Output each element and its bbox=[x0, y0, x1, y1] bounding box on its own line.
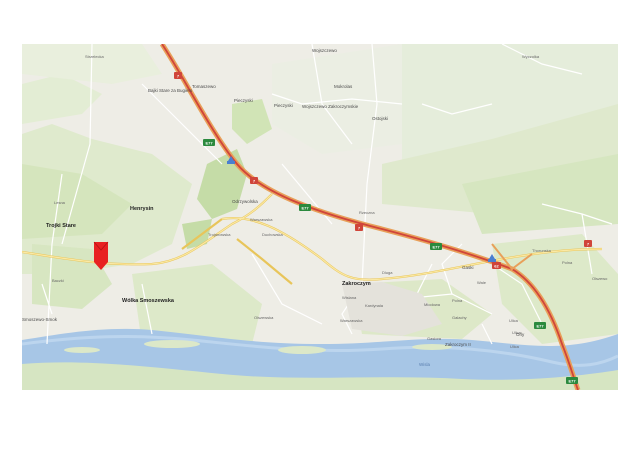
road-shield-62: 62 bbox=[492, 262, 501, 269]
street-label: Duchowska bbox=[262, 232, 283, 237]
svg-text:E77: E77 bbox=[432, 245, 440, 250]
svg-text:E77: E77 bbox=[536, 324, 544, 329]
place-label: Zakroczym bbox=[342, 281, 371, 287]
road-shield-7b: 7 bbox=[250, 177, 258, 184]
place-label: Tomaszewo bbox=[192, 84, 216, 89]
street-label: Ulica bbox=[510, 344, 520, 349]
place-label: Wojszczewo Zakroczymskie bbox=[302, 104, 359, 109]
road-shield-s7: 7 bbox=[174, 72, 182, 79]
island bbox=[278, 346, 326, 354]
place-label: Mokrolas bbox=[334, 84, 353, 89]
street-label: Galachy bbox=[452, 315, 467, 320]
place-label: Zakroczym II bbox=[445, 342, 471, 347]
place-label: Bajki Stare za Bugiem bbox=[148, 88, 193, 93]
road-shield-7c: 7 bbox=[355, 224, 363, 231]
street-label: Lesna bbox=[54, 200, 66, 205]
street-label: Wyczolka bbox=[522, 54, 540, 59]
place-label: Wojszczewo bbox=[312, 48, 337, 53]
road-shield-e77c: E77 bbox=[430, 243, 442, 250]
road-shield-e77d: E77 bbox=[534, 322, 546, 329]
island bbox=[144, 340, 200, 348]
place-label: Odrzywolska bbox=[232, 199, 258, 204]
street-label: Ulica bbox=[509, 318, 519, 323]
street-label: Olszewo bbox=[592, 276, 608, 281]
road-shield-e77: E77 bbox=[203, 139, 215, 146]
street-label: Kardynala bbox=[365, 303, 384, 308]
street-label: Dluga bbox=[382, 270, 393, 275]
place-label: Pieczyski bbox=[274, 103, 293, 108]
svg-text:62: 62 bbox=[494, 264, 499, 269]
street-label: Wislana bbox=[342, 295, 357, 300]
road-shield-e77b: E77 bbox=[299, 204, 311, 211]
road-shield-e77e: E77 bbox=[566, 377, 578, 384]
place-label: Gaski bbox=[462, 265, 474, 270]
street-label: Baczki bbox=[52, 278, 64, 283]
place-label: Pieczyski bbox=[234, 98, 253, 103]
river-label: Wisla bbox=[419, 362, 430, 367]
street-label: Gasiora bbox=[427, 336, 442, 341]
street-label: Strzelecka bbox=[85, 54, 104, 59]
place-label: Smoszewo-Smok bbox=[22, 317, 58, 322]
svg-text:E77: E77 bbox=[205, 141, 213, 146]
svg-text:E77: E77 bbox=[301, 206, 309, 211]
street-label: Miodowa bbox=[424, 302, 441, 307]
map-view[interactable]: Wisla 7 E77 7 E77 7 E77 62 7 E77 E77 Tro… bbox=[22, 44, 618, 390]
street-label: Wale bbox=[477, 280, 487, 285]
street-label: Polna bbox=[562, 260, 573, 265]
place-label: Wólka Smoszewska bbox=[122, 298, 175, 304]
road-shield-s7-2: 7 bbox=[584, 240, 592, 247]
svg-text:E77: E77 bbox=[568, 379, 576, 384]
street-label: Polna bbox=[452, 298, 463, 303]
place-label: Ostojski bbox=[372, 116, 388, 121]
street-label: Thorunska bbox=[532, 248, 552, 253]
place-label: Henrysin bbox=[130, 206, 154, 212]
island bbox=[64, 347, 100, 353]
street-label: Warszawska bbox=[250, 217, 273, 222]
map-canvas: Wisla 7 E77 7 E77 7 E77 62 7 E77 E77 Tro… bbox=[22, 44, 618, 390]
street-label: Ulica bbox=[512, 330, 522, 335]
street-label: Warszawska bbox=[340, 318, 363, 323]
place-label: Trojki Stare bbox=[46, 223, 76, 229]
street-label: Trojanowska bbox=[208, 232, 231, 237]
street-label: Rzeczna bbox=[359, 210, 375, 215]
street-label: Olszewska bbox=[254, 315, 274, 320]
